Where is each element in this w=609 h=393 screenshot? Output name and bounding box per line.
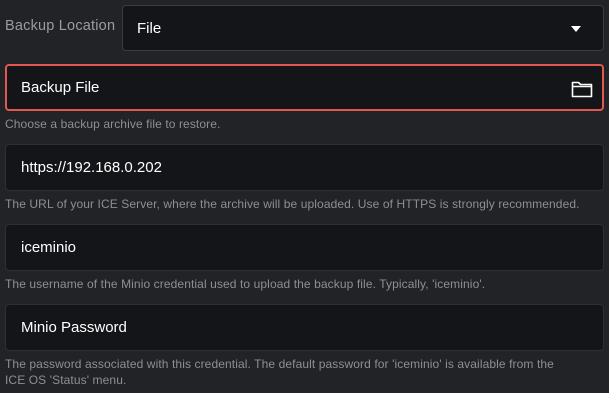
backup-file-placeholder: Backup File	[21, 79, 100, 96]
backup-file-helper: Choose a backup archive file to restore.	[5, 117, 221, 131]
minio-username-helper: The username of the Minio credential use…	[5, 277, 486, 291]
chevron-down-icon	[571, 26, 581, 32]
backup-location-select[interactable]: File	[122, 5, 604, 51]
server-url-field[interactable]: https://192.168.0.202	[5, 144, 604, 191]
server-url-value: https://192.168.0.202	[21, 159, 162, 176]
folder-icon[interactable]	[571, 80, 593, 98]
server-url-helper: The URL of your ICE Server, where the ar…	[5, 197, 580, 211]
minio-username-field[interactable]: iceminio	[5, 224, 604, 271]
minio-password-helper-line1: The password associated with this creden…	[5, 357, 554, 371]
minio-username-value: iceminio	[21, 239, 77, 256]
backup-file-field[interactable]: Backup File	[5, 64, 604, 111]
backup-location-value: File	[137, 20, 162, 37]
minio-password-placeholder: Minio Password	[21, 319, 127, 336]
backup-location-row: Backup Location File	[0, 0, 609, 56]
minio-password-helper-line2: ICE OS 'Status' menu.	[5, 373, 127, 387]
backup-location-label: Backup Location	[5, 18, 116, 34]
minio-password-field[interactable]: Minio Password	[5, 304, 604, 351]
